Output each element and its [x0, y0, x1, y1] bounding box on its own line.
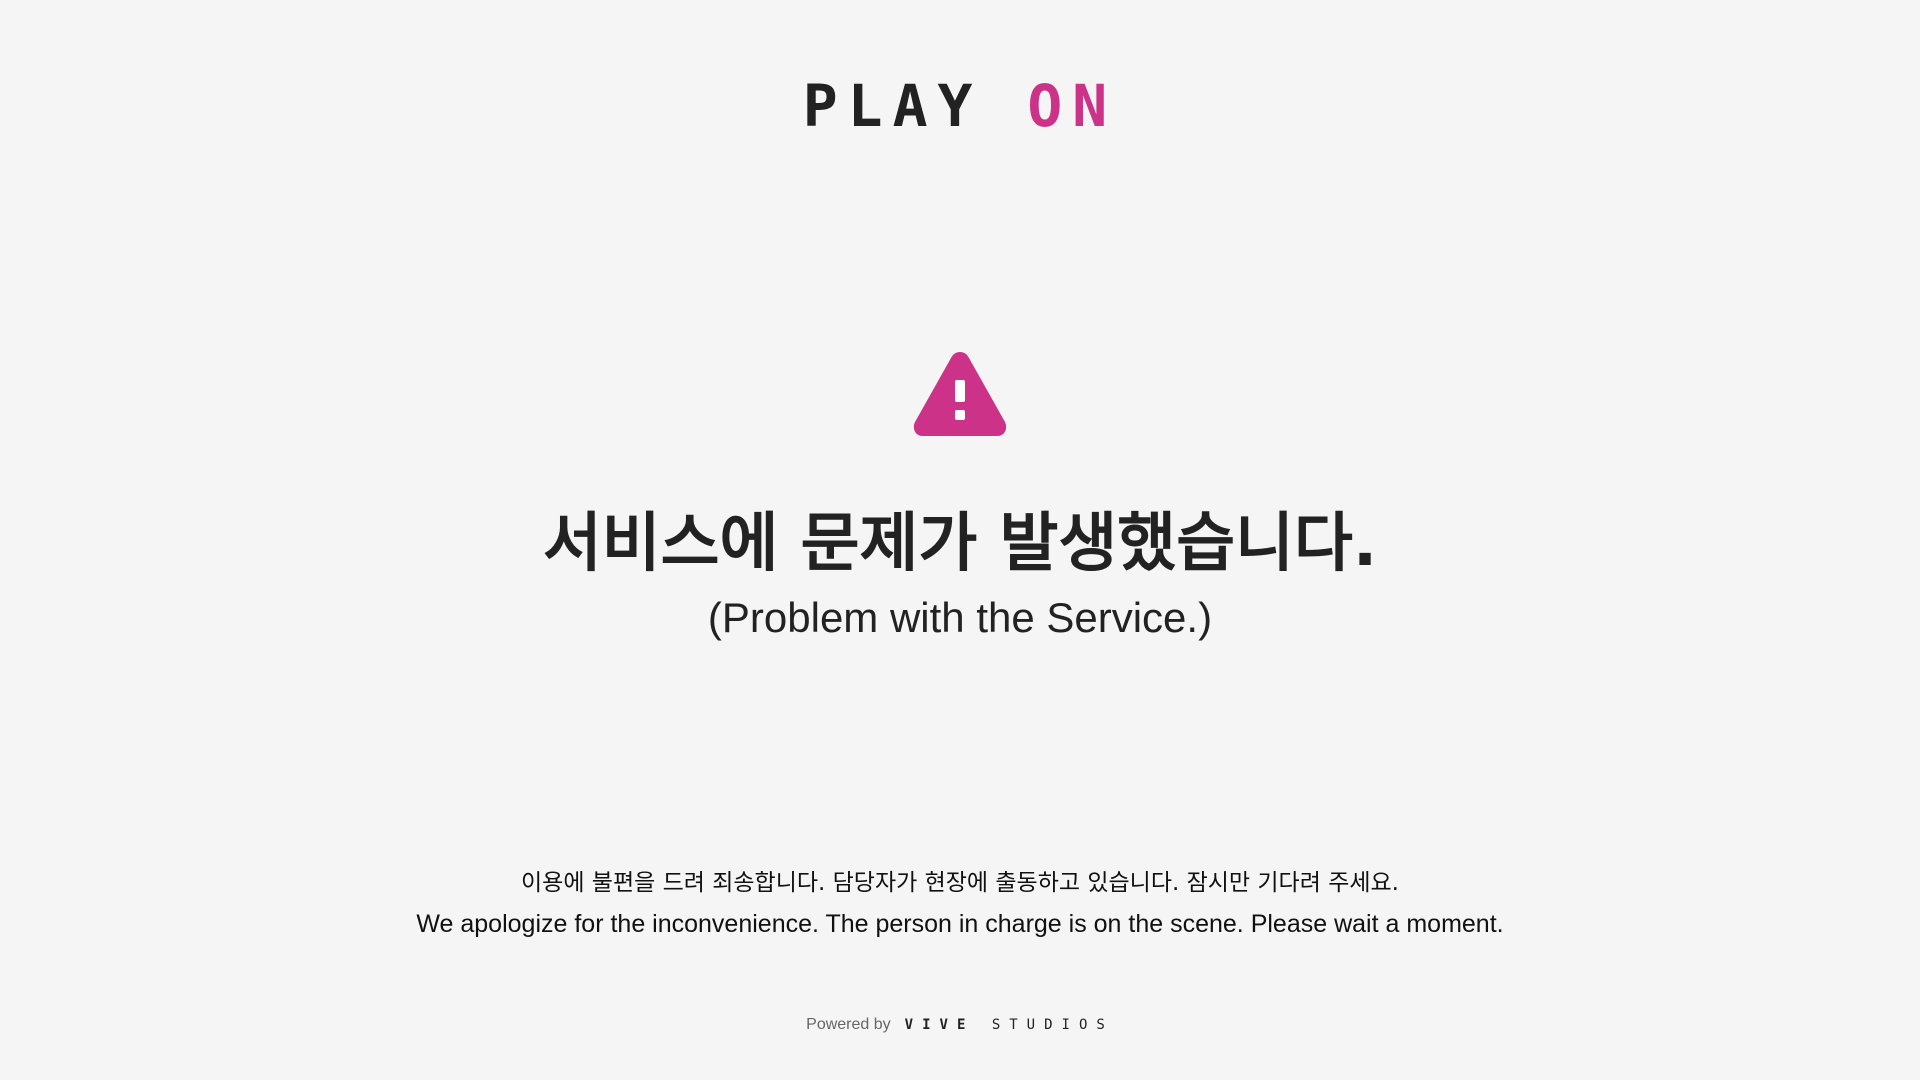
powered-by-label: Powered by [806, 1016, 891, 1033]
warning-triangle-icon [913, 352, 1007, 436]
brand-text-studios: STUDIOS [991, 1017, 1114, 1033]
play-on-logo: PLAY ON [0, 76, 1920, 136]
apology-message-korean: 이용에 불편을 드려 죄송합니다. 담당자가 현장에 출동하고 있습니다. 잠시… [521, 870, 1399, 896]
logo-text-on: ON [1027, 72, 1118, 140]
logo-text-play: PLAY [802, 72, 983, 140]
error-page: PLAY ON 서비스에 문제가 발생했습니다. (Problem with t… [0, 0, 1920, 1080]
error-headline: 서비스에 문제가 발생했습니다. [542, 507, 1378, 581]
error-subheadline: (Problem with the Service.) [707, 594, 1213, 641]
vive-studios-logo: VIVE STUDIOS [905, 1017, 1114, 1033]
apology-message-english: We apologize for the inconvenience. The … [416, 910, 1504, 938]
powered-by-footer: Powered by VIVE STUDIOS [0, 1016, 1920, 1034]
brand-text-vive: VIVE [904, 1017, 975, 1033]
